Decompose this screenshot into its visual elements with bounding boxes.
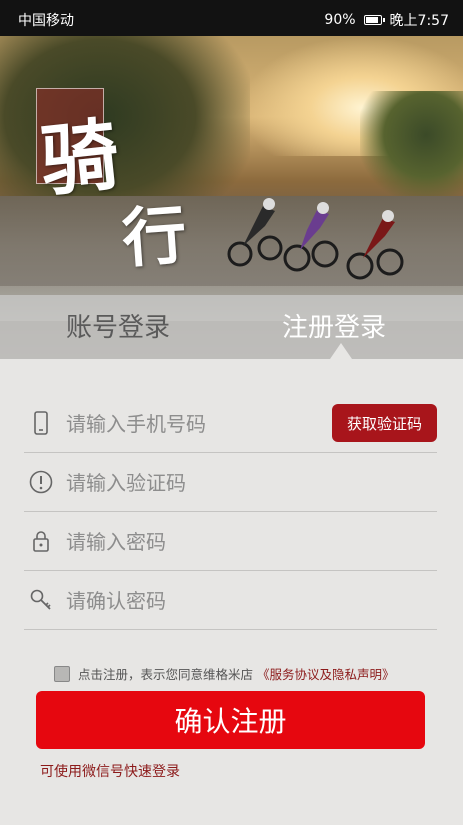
logo-text-xing: 行 — [119, 197, 189, 278]
agreement-text: 点击注册，表示您同意维格米店 — [78, 667, 254, 682]
agreement-link[interactable]: 《服务协议及隐私声明》 — [257, 664, 395, 683]
get-code-button[interactable]: 获取验证码 — [332, 404, 437, 442]
status-right: 90% 晚上7:57 — [324, 10, 449, 30]
tab-register-login[interactable]: 注册登录 — [282, 307, 386, 344]
clock: 晚上7:57 — [389, 13, 449, 29]
active-tab-caret — [330, 343, 352, 359]
confirm-register-button[interactable]: 确认注册 — [36, 691, 425, 749]
logo-text-qi: 骑 — [36, 109, 124, 208]
wechat-login-link[interactable]: 可使用微信号快速登录 — [40, 761, 180, 781]
battery-icon — [363, 15, 385, 25]
lock-icon — [33, 531, 49, 552]
carrier-label: 中国移动 — [18, 13, 74, 29]
key-icon — [30, 589, 51, 610]
login-tabs: 账号登录 注册登录 — [0, 295, 463, 359]
phone-input[interactable] — [64, 406, 328, 442]
status-bar: 中国移动 90% 晚上7:57 — [0, 0, 463, 36]
phone-icon — [34, 411, 48, 435]
confirm-password-input[interactable] — [64, 583, 328, 619]
cyclists-illustration — [227, 198, 404, 280]
code-row — [24, 453, 437, 512]
confirm-password-row — [24, 571, 437, 630]
register-screen: 中国移动 90% 晚上7:57 骑 行 账号登录 注册登录 请输入手机号码 获取… — [0, 0, 463, 825]
agreement-line: 点击注册，表示您同意维格米店 《服务协议及隐私声明》 — [54, 664, 395, 683]
battery-percent: 90% — [324, 12, 356, 28]
password-input[interactable] — [64, 524, 328, 560]
agreement-checkbox[interactable] — [54, 665, 70, 682]
password-row — [24, 512, 437, 571]
verification-code-input[interactable] — [64, 465, 328, 501]
tab-account-login[interactable]: 账号登录 — [66, 307, 170, 344]
alert-circle-icon — [29, 470, 53, 494]
